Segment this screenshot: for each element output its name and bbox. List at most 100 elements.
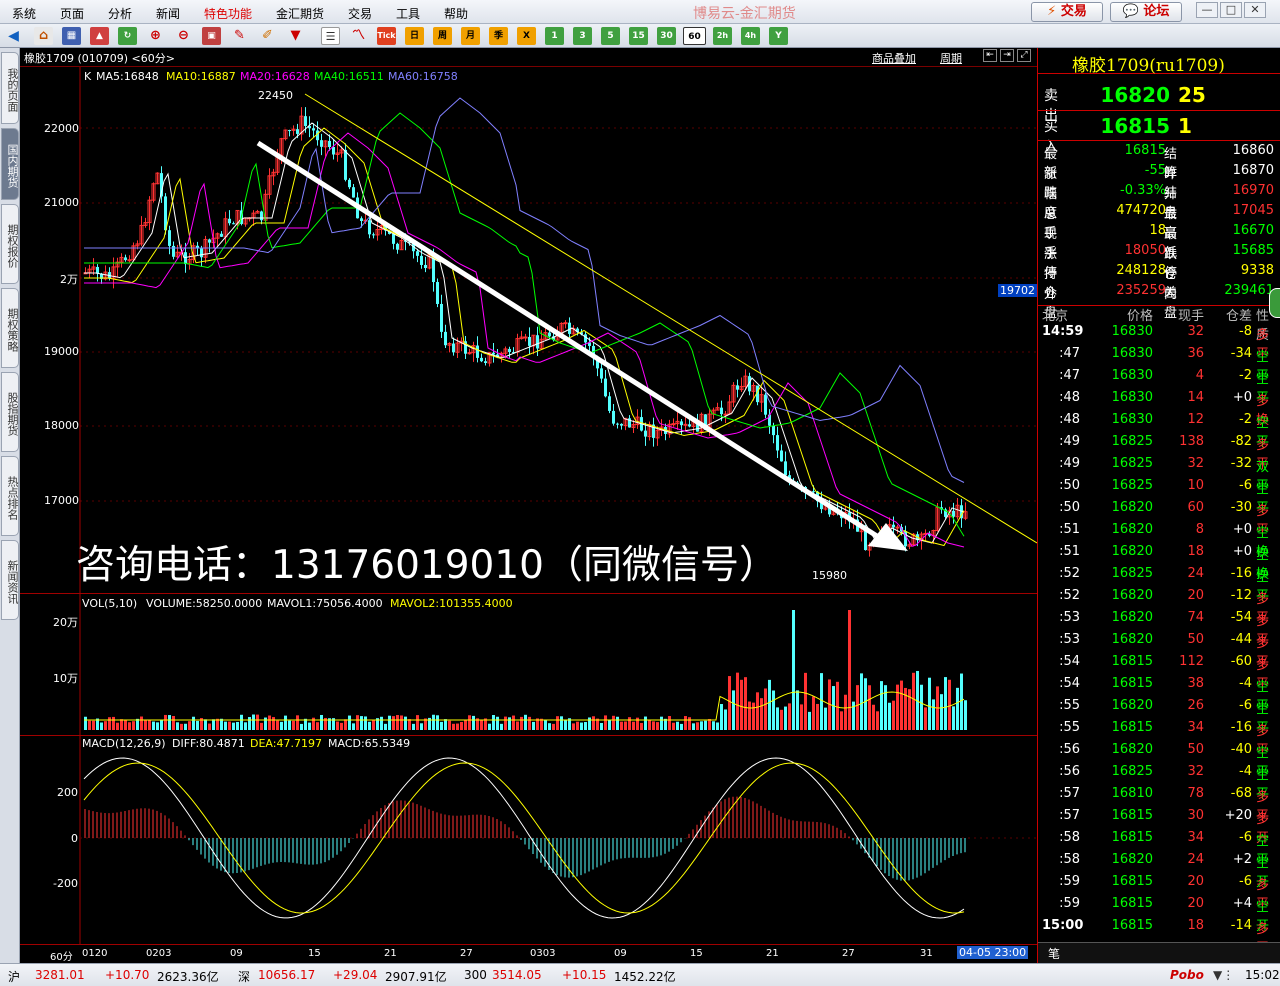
chart-icon[interactable]: ▲	[90, 27, 109, 45]
hs300-amount: 1452.22亿	[614, 970, 676, 984]
dea-value: DEA:47.7197	[250, 737, 322, 750]
vol-tick: 20万	[53, 616, 78, 629]
candle-body	[720, 407, 723, 415]
tab-hot-ranking[interactable]: 热点排名	[1, 456, 19, 536]
period-button[interactable]: 周期	[940, 50, 962, 66]
maximize-icon[interactable]: □	[1220, 2, 1242, 18]
volume-bar	[272, 717, 275, 730]
home-icon[interactable]: ⌂	[34, 27, 53, 45]
volume-bar	[564, 719, 567, 730]
volume-bar	[236, 721, 239, 730]
candle-body	[736, 385, 739, 390]
menu-analysis[interactable]: 分析	[108, 5, 132, 22]
chart-header: 橡胶1709 (010709) <60分>	[24, 52, 175, 65]
tick-row: :59 16815 20 +4 空开	[1038, 896, 1280, 934]
volume-bar	[892, 700, 895, 730]
refresh-icon[interactable]: ↻	[118, 27, 137, 45]
volume-bar	[800, 704, 803, 730]
back-arrow-icon[interactable]: ◀	[4, 27, 23, 45]
candle-body	[168, 230, 171, 246]
trade-button[interactable]: ⚡ 交易	[1031, 2, 1103, 22]
4h-button[interactable]: 4h	[741, 27, 760, 45]
week-button[interactable]: 周	[433, 27, 452, 45]
grid-icon[interactable]: ▦	[62, 27, 81, 45]
tick-volume: 36	[1187, 346, 1204, 361]
tick-oi-change: +0	[1232, 390, 1252, 405]
zoom-in-icon[interactable]: ⊕	[146, 27, 165, 45]
15min-button[interactable]: 15	[629, 27, 648, 45]
tab-news[interactable]: 新闻资讯	[1, 540, 19, 620]
candle-body	[344, 149, 347, 180]
time-tick: 31	[920, 948, 933, 959]
tab-option-quotes[interactable]: 期权报价	[1, 204, 19, 284]
5min-button[interactable]: 5	[601, 27, 620, 45]
kline-chart[interactable]: 橡胶1709 (010709) <60分> 商品叠加 周期 ⇤ ⇥ ⤢ K MA…	[20, 48, 1037, 963]
menu-page[interactable]: 页面	[60, 5, 84, 22]
menu-tools[interactable]: 工具	[396, 5, 420, 22]
tab-option-strategy[interactable]: 期权策略	[1, 288, 19, 368]
zoom-out-icon[interactable]: ⊖	[174, 27, 193, 45]
tick-row: :54 16815 112 -60 多平	[1038, 654, 1280, 692]
menu-jinhui-futures[interactable]: 金汇期货	[276, 5, 324, 22]
filter-icon[interactable]: ▼	[286, 27, 305, 45]
2h-button[interactable]: 2h	[713, 27, 732, 45]
volume-bar	[728, 676, 731, 730]
line-chart-icon[interactable]: 〽	[349, 27, 368, 45]
overlay-button[interactable]: 商品叠加	[872, 50, 916, 66]
volume-bar	[824, 707, 827, 730]
menu-trade[interactable]: 交易	[348, 5, 372, 22]
60min-button[interactable]: 60	[683, 27, 706, 45]
close-icon[interactable]: ✕	[1244, 2, 1266, 18]
ma-line	[84, 132, 965, 548]
menu-featured[interactable]: 特色功能	[204, 5, 252, 22]
panel-toggle-handle[interactable]	[1269, 288, 1280, 318]
minimize-icon[interactable]: —	[1196, 2, 1218, 18]
1min-button[interactable]: 1	[545, 27, 564, 45]
tab-my-page[interactable]: 我的页面	[1, 52, 19, 124]
draw-tool-icon[interactable]: ✐	[258, 27, 277, 45]
menu-help[interactable]: 帮助	[444, 5, 468, 22]
tick-header-price: 价格	[1126, 309, 1153, 324]
candle-body	[492, 352, 495, 355]
ma-line	[84, 122, 965, 544]
menu-system[interactable]: 系统	[12, 5, 36, 22]
volume-bar	[292, 720, 295, 730]
tick-button[interactable]: Tick	[377, 27, 396, 45]
layout-left-icon[interactable]: ⇤	[983, 49, 997, 62]
volume-bar	[960, 673, 963, 730]
season-button[interactable]: 季	[489, 27, 508, 45]
tick-oi-change: -2	[1239, 412, 1252, 427]
layout-right-icon[interactable]: ⇥	[1000, 49, 1014, 62]
volume-bar	[244, 722, 247, 730]
macd-divider	[20, 735, 1037, 736]
30min-button[interactable]: 30	[657, 27, 676, 45]
tab-tick-detail[interactable]: 笔	[1048, 945, 1060, 962]
hs300-index: 3514.05	[492, 968, 542, 982]
high-price-marker: 22450	[258, 89, 293, 102]
3min-button[interactable]: 3	[573, 27, 592, 45]
tick-row: :57 16810 78 -68 多平	[1038, 786, 1280, 824]
table-icon[interactable]: ☰	[321, 27, 340, 45]
candle-body	[312, 128, 315, 131]
volume-bar	[372, 719, 375, 730]
year-button[interactable]: Y	[769, 27, 788, 45]
month-button[interactable]: 月	[461, 27, 480, 45]
tab-domestic-futures[interactable]: 国内期货	[1, 128, 19, 200]
expand-icon[interactable]: ⤢	[1017, 49, 1031, 62]
tick-time: :56	[1059, 742, 1080, 757]
candle-body	[723, 413, 728, 416]
pen-icon[interactable]: ✎	[230, 27, 249, 45]
menu-news[interactable]: 新闻	[156, 5, 180, 22]
right-price-tag: 19702	[998, 284, 1037, 297]
tick-oi-change: -54	[1230, 610, 1252, 625]
forum-button[interactable]: 💬 论坛	[1110, 2, 1182, 22]
ma-line	[84, 112, 965, 537]
candle-body	[480, 357, 483, 362]
volume-bar	[368, 721, 371, 730]
tick-row: :55 16815 34 -16 多平	[1038, 720, 1280, 758]
window-icon[interactable]: ▣	[202, 27, 221, 45]
volume-bar	[308, 722, 311, 730]
custom-x-button[interactable]: X	[517, 27, 536, 45]
day-button[interactable]: 日	[405, 27, 424, 45]
tab-index-futures[interactable]: 股指期货	[1, 372, 19, 452]
